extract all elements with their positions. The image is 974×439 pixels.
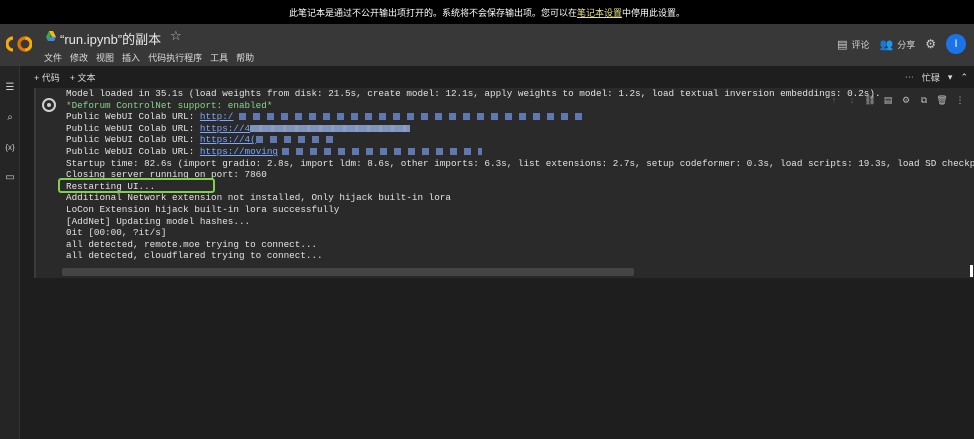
webui-url-link[interactable]: http:/ xyxy=(200,111,233,122)
output-line: all detected, cloudflared trying to conn… xyxy=(66,250,323,262)
vertical-scrollbar[interactable] xyxy=(970,265,973,277)
banner-text-suffix: 中停用此设置。 xyxy=(622,7,686,18)
output-line: LoCon Extension hijack built-in lora suc… xyxy=(66,203,340,215)
table-of-contents-icon[interactable]: ☰ xyxy=(3,80,17,94)
horizontal-scrollbar[interactable] xyxy=(62,268,634,276)
output-line: Additional Network extension not install… xyxy=(66,192,451,204)
webui-url-link[interactable]: https://4( xyxy=(200,134,256,145)
cell-toolbar: ↑ ↓ ⛓ ▤ ⚙ ⧉ 🗑 ⋮ xyxy=(828,95,966,106)
comment-button[interactable]: ▤ 评论 xyxy=(837,38,869,51)
stop-cell-button[interactable] xyxy=(42,98,56,112)
link-icon[interactable]: ⛓ xyxy=(864,95,876,106)
cell-output: Model loaded in 35.1s (load weights from… xyxy=(66,88,974,263)
comment-label: 评论 xyxy=(851,39,870,50)
folder-icon[interactable]: ▭ xyxy=(3,170,17,184)
comment-icon[interactable]: ▤ xyxy=(882,95,894,106)
add-code-button[interactable]: + 代码 xyxy=(34,71,60,84)
more-vert-icon[interactable]: ⋮ xyxy=(954,95,966,106)
menu-file[interactable]: 文件 xyxy=(44,51,62,64)
redaction-blur xyxy=(255,136,336,144)
notebook-title[interactable]: “run.ipynb”的副本 xyxy=(60,29,161,48)
avatar[interactable]: I xyxy=(946,34,966,54)
webui-url-link[interactable]: https://4 xyxy=(200,123,250,134)
share-button[interactable]: 👥 分享 xyxy=(880,38,916,51)
move-up-icon[interactable]: ↑ xyxy=(828,95,840,106)
restarting-ui-highlight xyxy=(58,178,215,193)
move-down-icon[interactable]: ↓ xyxy=(846,95,858,106)
busy-indicator-icon: ⋯ xyxy=(904,71,914,82)
chevron-down-icon[interactable]: ▾ xyxy=(948,72,953,83)
variables-icon[interactable]: {x} xyxy=(3,140,17,154)
output-line: 0it [00:00, ?it/s] xyxy=(66,227,167,239)
left-rail: ☰ ⌕ {x} ▭ xyxy=(0,66,20,439)
output-line: Startup time: 82.6s (import gradio: 2.8s… xyxy=(66,157,974,169)
delete-icon[interactable]: 🗑 xyxy=(936,95,948,106)
colab-logo[interactable] xyxy=(6,36,32,52)
output-line-url: Public WebUI Colab URL: https://4 xyxy=(66,123,411,134)
gear-icon[interactable]: ⚙ xyxy=(925,37,936,51)
menu-view[interactable]: 视图 xyxy=(96,51,114,64)
redaction-blur xyxy=(250,124,411,132)
notebook-toolbar: + 代码 + 文本 xyxy=(20,66,974,88)
google-drive-icon xyxy=(46,31,56,41)
people-icon: 👥 xyxy=(879,38,894,51)
webui-url-link[interactable]: https://moving xyxy=(200,146,278,157)
search-icon[interactable]: ⌕ xyxy=(3,110,17,124)
output-line: all detected, remote.moe trying to conne… xyxy=(66,238,318,250)
privacy-banner: 此笔记本是通过不公开输出项打开的。系统将不会保存输出项。您可以在 笔记本设置 中停用… xyxy=(0,0,974,24)
runtime-status[interactable]: ⋯ 忙碌 ▾ ⌃ xyxy=(905,66,974,88)
banner-text-prefix: 此笔记本是通过不公开输出项打开的。系统将不会保存输出项。您可以在 xyxy=(288,7,577,18)
output-line-url: Public WebUI Colab URL: http:/ xyxy=(66,111,590,122)
output-line: [AddNet] Updating model hashes... xyxy=(66,215,251,227)
comment-icon: ▤ xyxy=(837,38,848,51)
output-line: *Deforum ControlNet support: enabled* xyxy=(66,99,273,111)
output-line-url: Public WebUI Colab URL: https://4( xyxy=(66,134,336,145)
output-line: Model loaded in 35.1s (load weights from… xyxy=(66,88,881,99)
app-header: “run.ipynb”的副本 ☆ 文件 修改 视图 插入 代码执行程序 工具 帮… xyxy=(0,24,974,66)
menu-insert[interactable]: 插入 xyxy=(122,51,140,64)
redaction-blur xyxy=(282,148,483,156)
menu-help[interactable]: 帮助 xyxy=(236,51,254,64)
chevron-up-icon[interactable]: ⌃ xyxy=(960,72,968,83)
share-label: 分享 xyxy=(897,39,916,50)
gear-icon[interactable]: ⚙ xyxy=(900,95,912,106)
star-icon[interactable]: ☆ xyxy=(170,28,182,44)
menu-tools[interactable]: 工具 xyxy=(210,51,228,64)
header-actions: ▤ 评论 👥 分享 ⚙ I xyxy=(837,34,966,54)
notebook-settings-link[interactable]: 笔记本设置 xyxy=(577,6,622,19)
output-line-url: Public WebUI Colab URL: https://moving xyxy=(66,146,483,157)
mirror-cell-icon[interactable]: ⧉ xyxy=(918,95,930,106)
redaction-blur xyxy=(239,113,590,121)
menu-runtime[interactable]: 代码执行程序 xyxy=(148,51,202,64)
add-text-button[interactable]: + 文本 xyxy=(70,71,96,84)
menu-bar: 文件 修改 视图 插入 代码执行程序 工具 帮助 xyxy=(44,51,254,64)
runtime-status-label: 忙碌 xyxy=(921,72,940,83)
menu-edit[interactable]: 修改 xyxy=(70,51,88,64)
